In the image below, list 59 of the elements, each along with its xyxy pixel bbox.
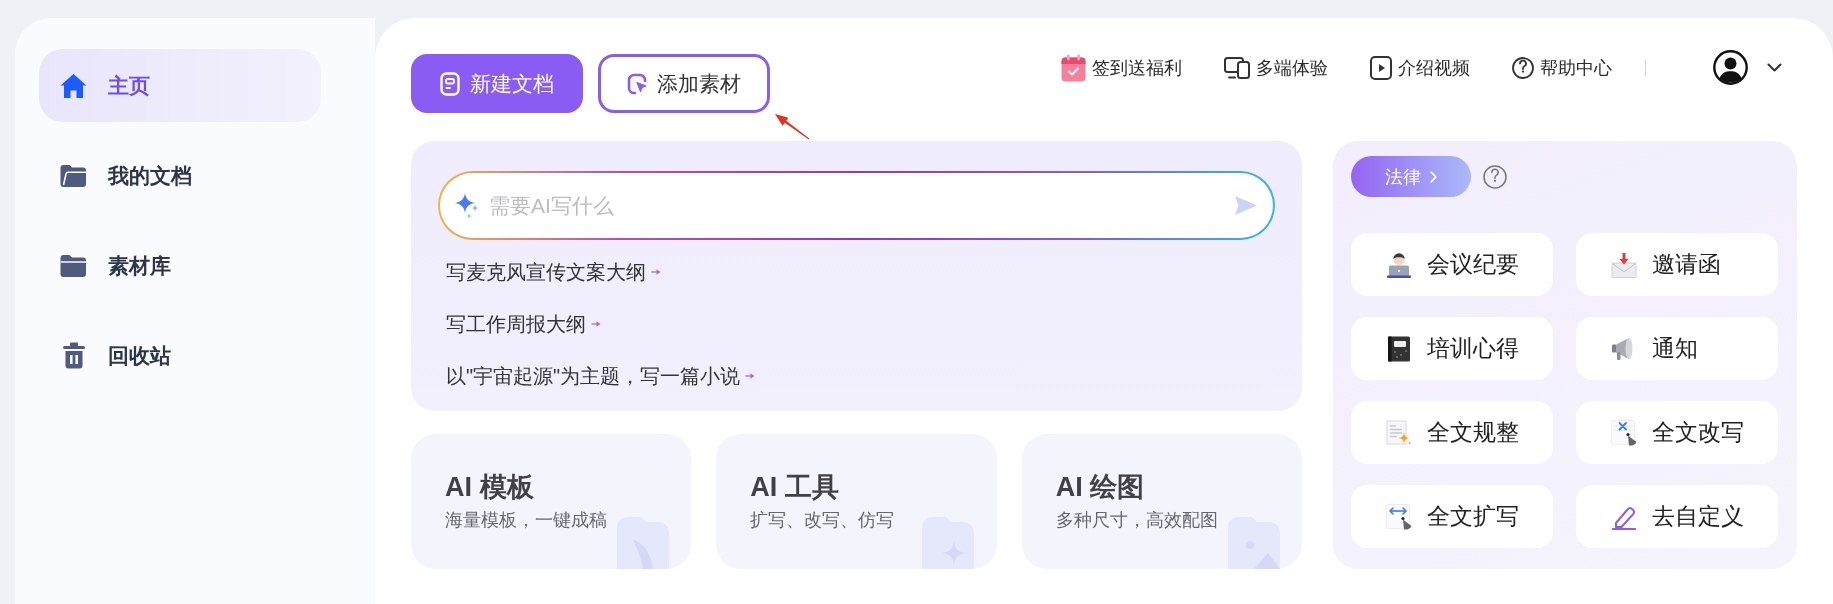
suggestion-link[interactable]: 以"宇宙起源"为主题，写一篇小说 (446, 361, 756, 391)
card-subtitle: 扩写、改写、仿写 (750, 509, 896, 532)
folder-icon (617, 517, 669, 569)
new-document-button[interactable]: 新建文档 (411, 54, 583, 113)
folder-icon (60, 164, 87, 187)
annotation-arrow (773, 112, 811, 141)
arrows-cursor-icon (1386, 503, 1412, 530)
envelope-icon (1611, 251, 1637, 278)
card-subtitle: 海量模板，一键成稿 (445, 509, 608, 532)
sidebar-item[interactable]: 回收站 (39, 319, 321, 392)
template-tile[interactable]: 通知 (1576, 317, 1778, 380)
arrow-icon (651, 268, 661, 276)
sidebar-item[interactable]: 主页 (39, 49, 321, 122)
document-sparkle-icon (1386, 419, 1412, 446)
prompt-input-field[interactable]: 需要AI写什么 (438, 171, 1275, 240)
intro-video-link[interactable]: 介绍视频 (1370, 55, 1470, 80)
cursor-icon (627, 72, 647, 95)
play-icon (1370, 55, 1392, 80)
sparkle-icon (455, 193, 479, 219)
feature-card[interactable]: AI 绘图 多种尺寸，高效配图 (1021, 434, 1302, 569)
template-tile[interactable]: 邀请函 (1576, 233, 1778, 296)
suggestion-link[interactable]: 写工作周报大纲 (446, 309, 601, 339)
card-title: AI 模板 (445, 471, 535, 504)
trash-icon (61, 342, 86, 369)
feature-card[interactable]: AI 模板 海量模板，一键成稿 (411, 434, 692, 569)
arrow-icon (591, 320, 601, 328)
card-subtitle: 多种尺寸，高效配图 (1055, 509, 1219, 532)
check-in-link[interactable]: 签到送福利 (1061, 53, 1182, 82)
multi-device-link[interactable]: 多端体验 (1224, 55, 1328, 80)
template-tile[interactable]: 培训心得 (1351, 317, 1553, 380)
notebook-icon (1386, 335, 1412, 362)
cross-cursor-icon (1611, 419, 1637, 446)
person-laptop-icon (1386, 251, 1412, 278)
card-title: AI 绘图 (1055, 471, 1146, 504)
chevron-right-icon (1430, 170, 1437, 183)
template-tile[interactable]: 去自定义 (1576, 485, 1778, 548)
template-tile[interactable]: 全文规整 (1351, 401, 1553, 464)
home-icon (60, 72, 87, 99)
sidebar-item[interactable]: 素材库 (39, 229, 321, 302)
help-icon[interactable] (1483, 164, 1507, 189)
feature-card[interactable]: AI 工具 扩写、改写、仿写 (716, 434, 997, 569)
card-title: AI 工具 (750, 471, 840, 504)
star-folder-icon (922, 517, 975, 569)
document-icon (440, 71, 460, 96)
calendar-icon (1061, 53, 1086, 82)
picture-folder-icon (1227, 517, 1280, 569)
help-icon (1512, 56, 1534, 79)
sidebar-item[interactable]: 我的文档 (39, 139, 321, 212)
template-tile[interactable]: 全文扩写 (1351, 485, 1553, 548)
arrow-icon (745, 372, 756, 380)
chevron-down-icon[interactable] (1767, 63, 1782, 72)
add-material-button[interactable]: 添加素材 (598, 54, 770, 113)
template-tile[interactable]: 会议纪要 (1351, 233, 1553, 296)
help-center-link[interactable]: 帮助中心 (1512, 55, 1612, 80)
suggestion-link[interactable]: 写麦克风宣传文案大纲 (446, 257, 661, 287)
avatar-icon[interactable] (1713, 50, 1748, 85)
template-tile[interactable]: 全文改写 (1576, 401, 1778, 464)
folder-icon (60, 254, 87, 277)
devices-icon (1224, 56, 1250, 79)
